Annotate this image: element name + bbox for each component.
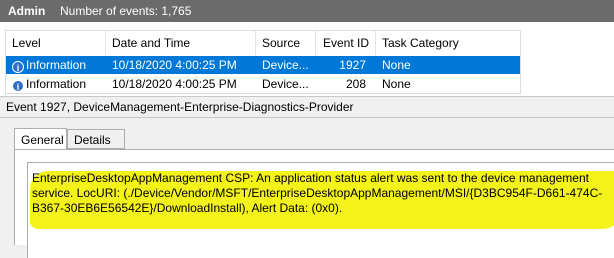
column-header-level[interactable]: Level (6, 31, 106, 55)
event-count: Number of events: 1,765 (60, 4, 192, 18)
event-detail-title: Event 1927, DeviceManagement-Enterprise-… (0, 96, 614, 118)
task-category-cell: None (382, 77, 411, 91)
table-row[interactable]: i Information 10/18/2020 4:00:25 PM Devic… (6, 75, 520, 93)
tab-general[interactable]: General (14, 128, 67, 150)
event-message: EnterpriseDesktopAppManagement CSP: An a… (32, 171, 614, 216)
events-table[interactable]: Level Date and Time Source Event ID Task… (5, 30, 521, 94)
message-line: EnterpriseDesktopAppManagement CSP: An a… (32, 171, 589, 185)
level-cell: i Information (12, 56, 106, 74)
general-tab-panel: EnterpriseDesktopAppManagement CSP: An a… (14, 149, 614, 258)
column-header-task-category[interactable]: Task Category (376, 31, 520, 55)
source-cell: Device... (262, 58, 309, 72)
log-header-bar: Admin Number of events: 1,765 (0, 0, 614, 22)
log-title: Admin (8, 4, 46, 18)
level-text: Information (26, 58, 87, 72)
message-line: service. LocURI: (./Device/Vendor/MSFT/E… (32, 186, 603, 200)
level-text: Information (26, 77, 87, 91)
column-header-event-id[interactable]: Event ID (316, 31, 376, 55)
source-cell: Device... (262, 77, 309, 91)
column-header-source[interactable]: Source (256, 31, 316, 55)
information-icon: i (12, 80, 24, 92)
task-category-cell: None (382, 58, 411, 72)
information-icon: i (12, 61, 24, 73)
date-cell: 10/18/2020 4:00:25 PM (112, 77, 237, 91)
event-id-cell: 1927 (339, 58, 366, 72)
event-message-box[interactable]: EnterpriseDesktopAppManagement CSP: An a… (27, 162, 614, 258)
level-cell: i Information (12, 75, 106, 93)
table-row[interactable]: i Information 10/18/2020 4:00:25 PM Devic… (6, 56, 520, 74)
events-grid-area: Level Date and Time Source Event ID Task… (0, 22, 614, 96)
event-id-cell: 208 (345, 77, 366, 91)
message-line: B367-30EB6E56542E}/DownloadInstall), Ale… (32, 201, 343, 215)
column-header-date[interactable]: Date and Time (106, 31, 256, 55)
tab-details[interactable]: Details (67, 129, 125, 149)
date-cell: 10/18/2020 4:00:25 PM (112, 58, 237, 72)
